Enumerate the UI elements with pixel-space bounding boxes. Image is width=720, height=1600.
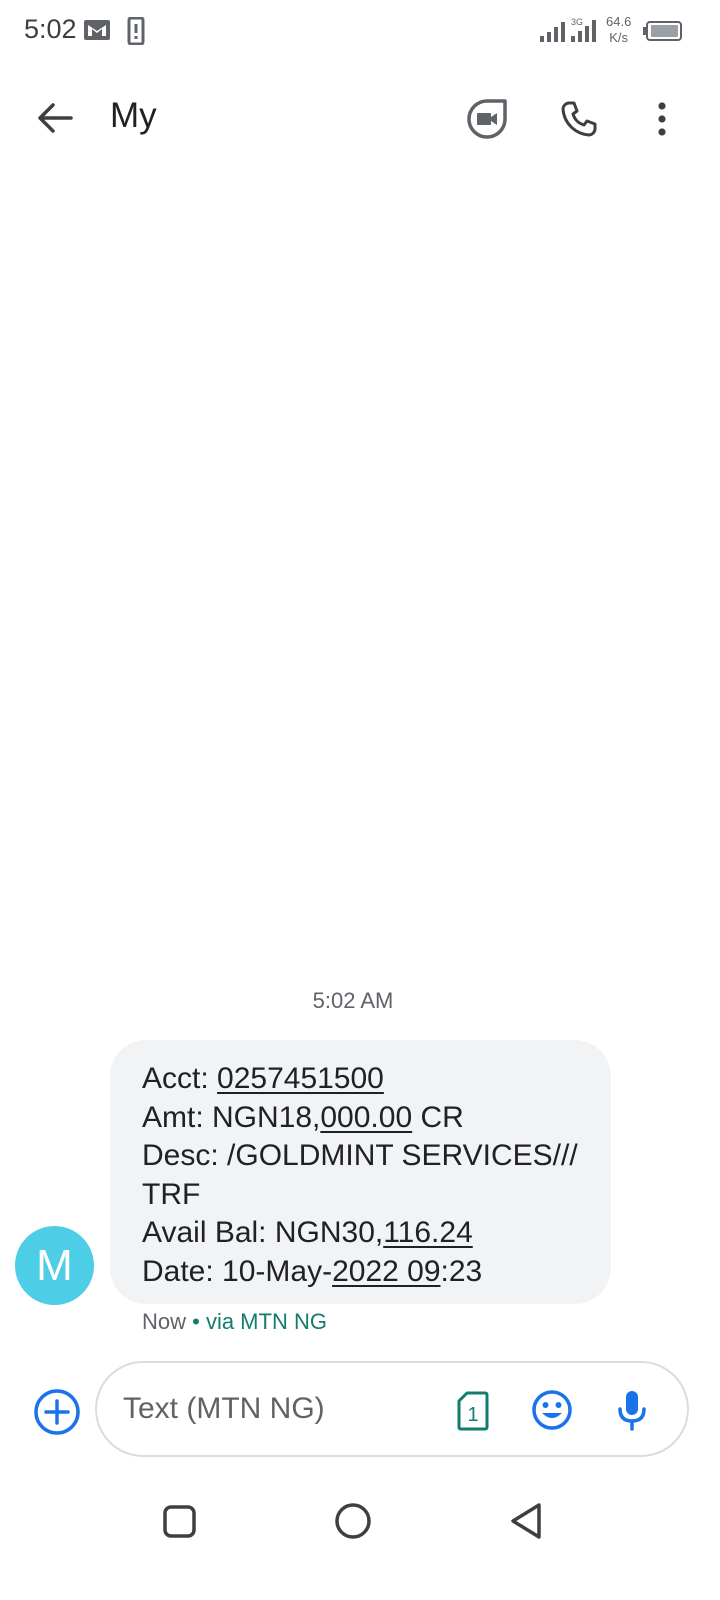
back-triangle-icon	[511, 1503, 541, 1539]
line-text: Avail Bal: NGN30,	[142, 1216, 384, 1249]
compose-text-input[interactable]	[123, 1390, 423, 1428]
line-text: TRF	[142, 1177, 201, 1211]
signal-3g-icon: 3G	[571, 16, 603, 49]
line-text: Amt: NGN18,	[142, 1100, 321, 1134]
sim-slot-number: 1	[467, 1404, 478, 1426]
avatar-letter: M	[36, 1240, 73, 1290]
compose-box: 1	[95, 1361, 689, 1457]
message-line: Avail Bal: NGN30,116.24	[142, 1214, 591, 1253]
number-link[interactable]: 2022 09	[332, 1255, 440, 1288]
voice-call-button[interactable]	[552, 92, 606, 146]
message-line: Desc: /GOLDMINT SERVICES///	[142, 1137, 591, 1176]
number-link[interactable]: 000.00	[320, 1101, 412, 1134]
nav-home-button[interactable]	[333, 1500, 373, 1545]
phone-number-link[interactable]: 0257451500	[217, 1062, 384, 1095]
emoji-button[interactable]	[529, 1387, 575, 1433]
voice-input-button[interactable]	[612, 1387, 652, 1433]
battery-icon	[643, 21, 683, 46]
message-timestamp: 5:02 AM	[312, 988, 394, 1013]
net-speed-unit: K/s	[609, 30, 629, 45]
status-time: 5:02	[24, 14, 77, 44]
number-link[interactable]: 116.24	[383, 1216, 473, 1249]
message-line: Acct: 0257451500	[142, 1060, 591, 1099]
message-line: TRF	[142, 1176, 591, 1215]
phone-icon	[561, 101, 597, 137]
sim-card-icon: 1	[457, 1391, 489, 1431]
signal-icon	[540, 20, 568, 47]
gmail-icon	[84, 20, 110, 45]
net-speed-value: 64.6	[606, 14, 632, 29]
sim-alert-icon	[127, 16, 145, 50]
nav-recents-button[interactable]	[160, 1500, 200, 1545]
sim-select-button[interactable]: 1	[453, 1389, 493, 1433]
recents-square-icon	[163, 1505, 196, 1538]
line-text: Acct:	[142, 1062, 218, 1095]
more-options-button[interactable]	[640, 92, 684, 146]
nav-back-button[interactable]	[506, 1500, 546, 1545]
home-circle-icon	[335, 1503, 371, 1539]
add-circle-icon	[34, 1389, 80, 1435]
back-arrow-icon	[38, 103, 73, 133]
video-call-button[interactable]	[460, 92, 514, 146]
line-text: Desc: /GOLDMINT SERVICES///	[142, 1139, 578, 1172]
emoji-icon	[532, 1390, 572, 1430]
line-text: :23	[440, 1254, 483, 1288]
message-status-time: Now	[142, 1309, 187, 1334]
video-call-icon	[467, 99, 507, 139]
line-text: Date: 10-May-	[142, 1254, 333, 1288]
svg-text:3G: 3G	[571, 17, 583, 27]
message-bubble[interactable]: Acct: 0257451500 Amt: NGN18,000.00 CR De…	[110, 1040, 611, 1304]
message-meta: Now • via MTN NG	[142, 1309, 327, 1335]
add-attachment-button[interactable]	[31, 1386, 83, 1438]
message-line: Amt: NGN18,000.00 CR	[142, 1099, 591, 1138]
conversation-title: My	[110, 96, 157, 135]
message-sim-info: • via MTN NG	[186, 1309, 327, 1334]
network-speed: 64.6 K/s	[606, 14, 631, 46]
back-button[interactable]	[28, 94, 82, 142]
more-vert-icon	[658, 102, 666, 136]
avatar[interactable]: M	[15, 1226, 94, 1305]
line-text: CR	[412, 1100, 464, 1134]
message-line: Date: 10-May-2022 09:23	[142, 1253, 591, 1292]
mic-icon	[618, 1391, 646, 1431]
